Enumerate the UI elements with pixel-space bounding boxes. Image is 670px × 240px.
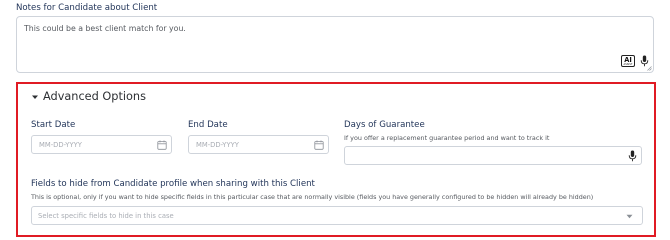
guarantee-helper: If you offer a replacement guarantee per… (344, 134, 550, 142)
chevron-down-icon[interactable] (626, 214, 633, 219)
resize-grip-icon[interactable] (647, 66, 652, 71)
start-date-label: Start Date (31, 120, 76, 130)
advanced-options-title: Advanced Options (43, 90, 146, 103)
calendar-icon[interactable] (314, 140, 324, 150)
calendar-icon[interactable] (157, 140, 167, 150)
notes-label: Notes for Candidate about Client (16, 3, 158, 13)
hide-fields-placeholder: Select specific fields to hide in this c… (38, 212, 174, 220)
start-date-placeholder: MM-DD-YYYY (39, 141, 82, 149)
ai-badge-sub: ASSIST (623, 62, 633, 66)
notes-textarea[interactable]: This could be a best client match for yo… (16, 16, 654, 73)
advanced-options-panel: Advanced Options Start Date MM-DD-YYYY E… (16, 82, 656, 237)
microphone-icon[interactable] (628, 150, 637, 162)
end-date-placeholder: MM-DD-YYYY (196, 141, 239, 149)
ai-assist-icon[interactable]: AI ASSIST (621, 55, 635, 67)
end-date-label: End Date (188, 120, 228, 130)
caret-down-icon (32, 95, 38, 99)
notes-text: This could be a best client match for yo… (24, 24, 186, 33)
guarantee-input[interactable] (344, 146, 642, 165)
start-date-input[interactable]: MM-DD-YYYY (31, 135, 172, 154)
hide-fields-helper: This is optional, only if you want to hi… (31, 193, 594, 201)
hide-fields-label: Fields to hide from Candidate profile wh… (31, 179, 315, 189)
guarantee-label: Days of Guarantee (344, 120, 425, 130)
end-date-input[interactable]: MM-DD-YYYY (188, 135, 329, 154)
hide-fields-select[interactable]: Select specific fields to hide in this c… (31, 206, 643, 225)
advanced-options-toggle[interactable]: Advanced Options (31, 90, 146, 103)
